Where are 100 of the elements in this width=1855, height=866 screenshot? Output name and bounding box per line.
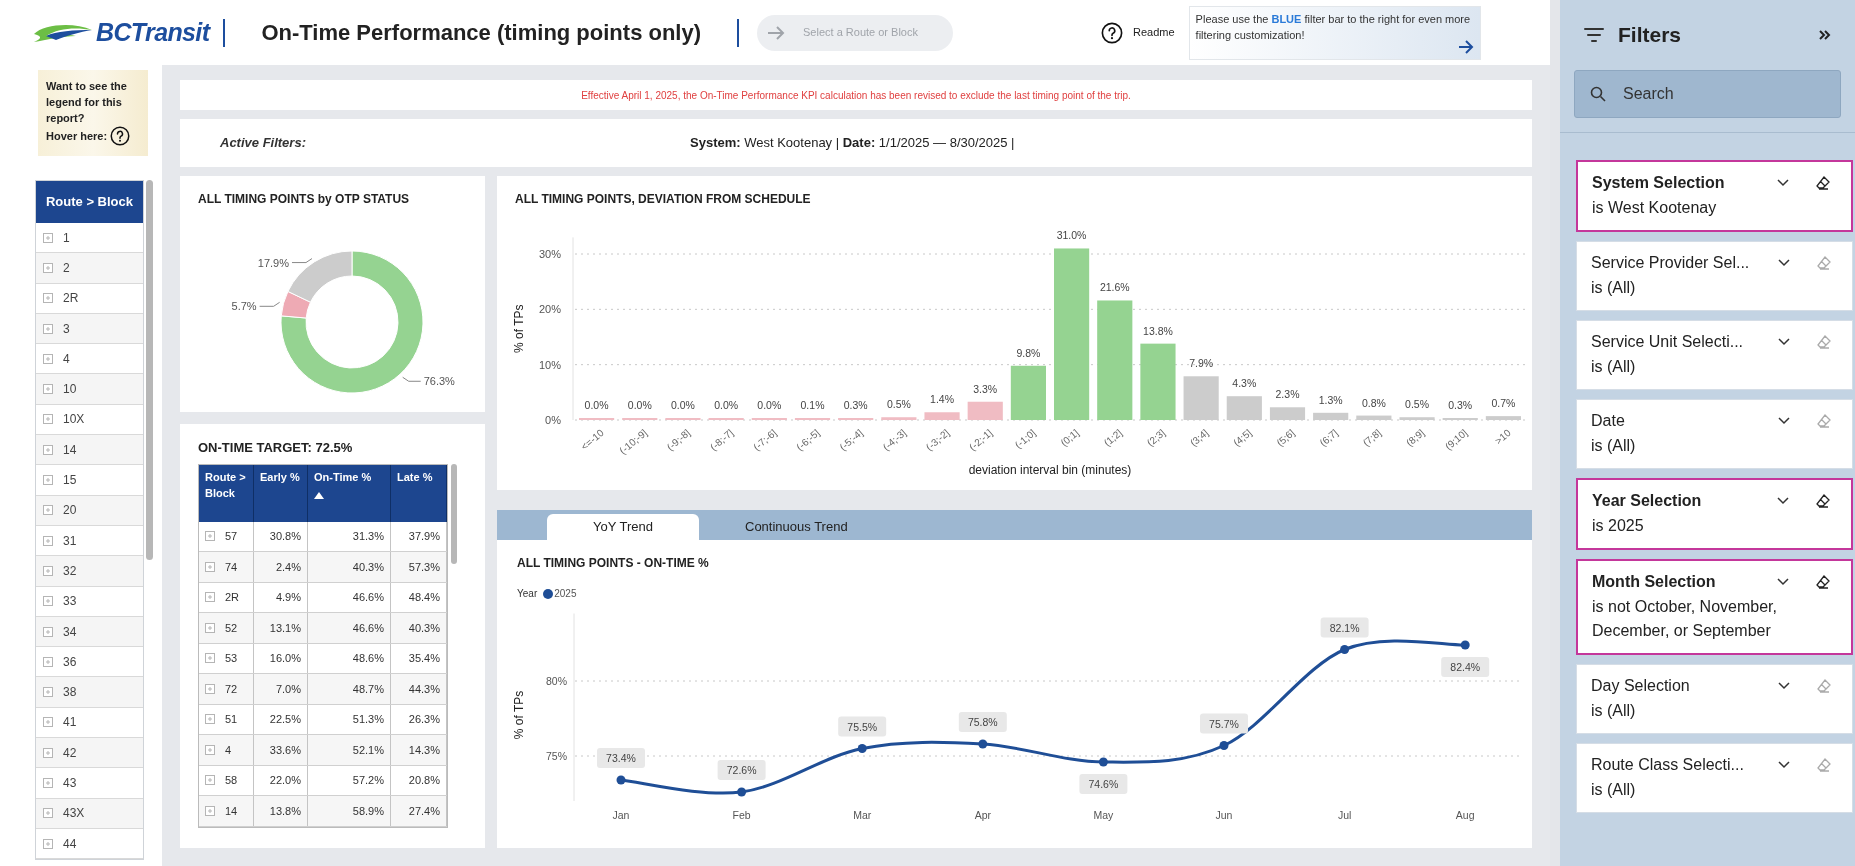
tab[interactable]: YoY Trend — [547, 514, 699, 540]
expand-icon[interactable] — [43, 565, 53, 576]
route-row[interactable]: 42 — [36, 738, 143, 769]
expand-icon[interactable] — [43, 535, 53, 546]
table-cell: 40.3% — [308, 552, 391, 582]
table-cell: 20.8% — [391, 765, 447, 795]
data-label: 82.1% — [1320, 617, 1369, 638]
expand-icon[interactable] — [205, 653, 215, 664]
chevron-down-icon[interactable] — [1778, 259, 1790, 267]
expand-icon[interactable] — [205, 683, 215, 694]
data-point — [978, 739, 988, 749]
expand-icon[interactable] — [43, 838, 53, 849]
filter-card[interactable]: System Selection is West Kootenay — [1576, 160, 1853, 232]
chevron-down-icon[interactable] — [1777, 578, 1789, 586]
table-cell: 14 — [199, 796, 254, 826]
eraser-icon[interactable] — [1815, 175, 1831, 191]
filter-card[interactable]: Service Unit Selecti... is (All) — [1576, 320, 1853, 390]
data-label: 21.6% — [1099, 281, 1130, 294]
search-field[interactable]: Search — [1574, 70, 1841, 118]
column-header[interactable]: Late % — [391, 464, 447, 522]
table-cell: 58 — [199, 765, 254, 795]
expand-icon[interactable] — [43, 384, 53, 395]
axis-title: deviation interval bin (minutes) — [968, 463, 1132, 477]
column-header[interactable]: Early % — [254, 464, 308, 522]
scrollbar[interactable] — [451, 463, 457, 564]
route-row[interactable]: 14 — [36, 435, 143, 466]
expand-icon[interactable] — [43, 293, 53, 304]
expand-icon[interactable] — [43, 687, 53, 698]
expand-icon[interactable] — [205, 561, 215, 572]
table-cell: 22.0% — [254, 765, 308, 795]
filter-card[interactable]: Date is (All) — [1576, 399, 1853, 469]
notice-text: Effective April 1, 2025, the On-Time Performance KPI calculation has been revised to exclude the last timing point of the trip. — [581, 88, 1131, 103]
axis-tick-label: 75% — [546, 750, 567, 762]
expand-icon[interactable] — [205, 714, 215, 725]
eraser-icon[interactable] — [1815, 574, 1831, 590]
data-point — [857, 744, 867, 753]
expand-icon[interactable] — [205, 531, 215, 542]
data-label: 3.3% — [973, 382, 998, 395]
data-label: 0.8% — [1361, 396, 1386, 409]
data-label: 73.4% — [597, 748, 645, 768]
table-cell: 37.9% — [391, 521, 447, 551]
filter-card[interactable]: Month Selection is not October, November, December, or September — [1576, 559, 1853, 655]
chart-title: ALL TIMING POINTS by OTP STATUS — [198, 191, 411, 208]
filter-card[interactable]: Day Selection is (All) — [1576, 664, 1853, 734]
route-row[interactable]: 2 — [36, 253, 143, 284]
collapse-icon[interactable] — [1819, 29, 1831, 41]
data-label: 17.9% — [257, 256, 289, 269]
column-header[interactable]: Route > Block — [199, 464, 254, 522]
expand-icon[interactable] — [43, 353, 53, 364]
expand-icon[interactable] — [205, 622, 215, 633]
table-cell: 2R — [199, 582, 254, 612]
route-row[interactable]: 20 — [36, 495, 143, 526]
filter-card[interactable]: Service Provider Sel... is (All) — [1576, 241, 1853, 311]
route-row[interactable]: 43X — [36, 798, 143, 829]
chevron-down-icon[interactable] — [1777, 179, 1789, 187]
chevron-down-icon[interactable] — [1778, 761, 1790, 769]
expand-icon[interactable] — [43, 808, 53, 819]
column-header[interactable]: On-Time % — [308, 464, 391, 522]
expand-icon[interactable] — [43, 778, 53, 788]
expand-icon[interactable] — [43, 596, 53, 607]
chevron-down-icon[interactable] — [1778, 338, 1790, 346]
expand-icon[interactable] — [43, 262, 53, 273]
route-row[interactable]: 10 — [36, 374, 143, 405]
expand-icon[interactable] — [43, 444, 53, 455]
expand-icon[interactable] — [43, 656, 53, 667]
readme-link[interactable]: Readme — [1133, 24, 1175, 41]
expand-icon[interactable] — [205, 775, 215, 786]
expand-icon[interactable] — [43, 414, 53, 425]
route-row[interactable]: 38 — [36, 677, 143, 708]
axis-title: % of TPs — [512, 304, 526, 353]
expand-icon[interactable] — [43, 717, 53, 728]
expand-icon[interactable] — [205, 592, 215, 603]
tab[interactable]: Continuous Trend — [699, 514, 894, 540]
expand-icon[interactable] — [43, 747, 53, 758]
route-row[interactable]: 3 — [36, 313, 143, 345]
expand-icon[interactable] — [43, 626, 53, 637]
table-cell: 7.0% — [254, 674, 308, 704]
expand-icon[interactable] — [43, 232, 53, 243]
table-cell: 51 — [199, 704, 254, 734]
filter-title: Route Class Selecti... — [1591, 755, 1744, 775]
filter-card[interactable]: Year Selection is 2025 — [1576, 478, 1853, 550]
scrollbar[interactable] — [146, 180, 153, 560]
chevron-down-icon[interactable] — [1778, 417, 1790, 425]
help-icon[interactable] — [1101, 21, 1124, 44]
expand-icon[interactable] — [43, 323, 53, 334]
route-row[interactable]: 34 — [36, 616, 143, 648]
data-label: 74.6% — [1079, 774, 1128, 794]
expand-icon[interactable] — [43, 505, 53, 516]
expand-icon[interactable] — [205, 744, 215, 755]
axis-title: % of TPs — [512, 690, 526, 740]
expand-icon[interactable] — [43, 475, 53, 485]
chevron-down-icon[interactable] — [1777, 497, 1789, 505]
eraser-icon[interactable] — [1815, 493, 1831, 509]
table-cell: 72 — [199, 674, 254, 704]
table-cell: 30.8% — [254, 521, 308, 551]
expand-icon[interactable] — [205, 805, 215, 816]
help-icon[interactable] — [110, 126, 131, 146]
chevron-down-icon[interactable] — [1778, 682, 1790, 690]
filter-card[interactable]: Route Class Selecti... is (All) — [1576, 743, 1853, 813]
route-row[interactable]: 32 — [36, 556, 143, 587]
